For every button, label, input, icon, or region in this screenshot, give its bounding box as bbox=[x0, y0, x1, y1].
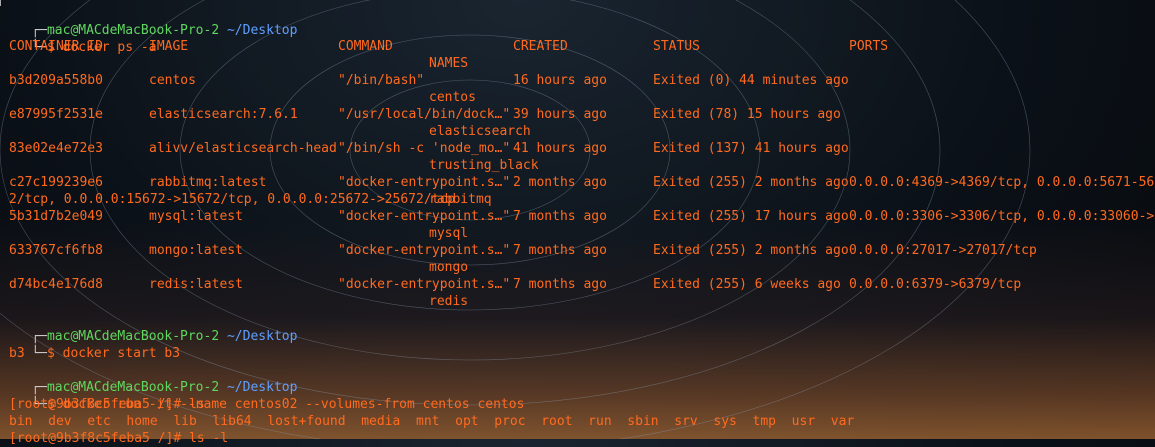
row-name: mongo bbox=[429, 260, 469, 275]
row-ports: 0.0.0.0:3306->3306/tcp, 0.0.0.0:33060->3… bbox=[849, 209, 1155, 224]
row-ports: 0.0.0.0:27017->27017/tcp bbox=[849, 243, 1037, 258]
root-prompt: [root@9b3f8c5feba5 /]# ls bbox=[9, 397, 205, 412]
row-container-id: b3d209a558b0 bbox=[9, 73, 103, 88]
row-container-id: d74bc4e176d8 bbox=[9, 277, 103, 292]
row-name: centos bbox=[429, 90, 476, 105]
row-image: redis:latest bbox=[149, 277, 243, 292]
row-image: alivv/elasticsearch-head bbox=[149, 141, 337, 156]
row-created: 41 hours ago bbox=[513, 141, 607, 156]
row-container-id: c27c199239e6 bbox=[9, 175, 103, 190]
row-command: "docker-entrypoint.s…" bbox=[338, 175, 511, 190]
row-ports-wrap: 2/tcp, 0.0.0.0:15672->15672/tcp, 0.0.0.0… bbox=[9, 192, 456, 207]
row-image: elasticsearch:7.6.1 bbox=[149, 107, 298, 122]
terminal-window[interactable]: ┌─mac@MACdeMacBook-Pro-2 ~/Desktop └─$ d… bbox=[0, 0, 1155, 446]
ls-output: bin dev etc home lib lib64 lost+found me… bbox=[9, 414, 855, 429]
row-created: 16 hours ago bbox=[513, 73, 607, 88]
prompt-line: ┌─mac@MACdeMacBook-Pro-2 ~/Desktop bbox=[31, 23, 298, 38]
row-ports: 0.0.0.0:4369->4369/tcp, 0.0.0.0:5671-567… bbox=[849, 175, 1155, 190]
command-output: b3 bbox=[9, 346, 25, 361]
row-command: "docker-entrypoint.s…" bbox=[338, 209, 511, 224]
row-name: redis bbox=[429, 294, 469, 309]
row-status: Exited (255) 2 months ago bbox=[653, 243, 849, 258]
row-image: centos bbox=[149, 73, 196, 88]
row-status: Exited (255) 6 weeks ago bbox=[653, 277, 841, 292]
row-created: 39 hours ago bbox=[513, 107, 607, 122]
row-command: "docker-entrypoint.s…" bbox=[338, 277, 511, 292]
row-status: Exited (0) 44 minutes ago bbox=[653, 73, 849, 88]
row-container-id: 633767cf6fb8 bbox=[9, 243, 103, 258]
header-container-id: CONTAINER ID bbox=[9, 39, 103, 54]
row-status: Exited (255) 2 months ago bbox=[653, 175, 849, 190]
prompt-dir: ~/Desktop bbox=[226, 23, 298, 38]
prompt-dir: ~/Desktop bbox=[226, 329, 298, 344]
header-created: CREATED bbox=[513, 39, 568, 54]
command-line: └─$ docker run -it --name centos02 --vol… bbox=[31, 397, 525, 412]
row-status: Exited (78) 15 hours ago bbox=[653, 107, 841, 122]
row-container-id: 5b31d7b2e049 bbox=[9, 209, 103, 224]
row-status: Exited (137) 41 hours ago bbox=[653, 141, 849, 156]
command-text: docker start b3 bbox=[62, 346, 181, 361]
row-name: mysql bbox=[429, 226, 469, 241]
row-command: "docker-entrypoint.s…" bbox=[338, 243, 511, 258]
prompt-line: ┌─mac@MACdeMacBook-Pro-2 ~/Desktop bbox=[31, 380, 298, 395]
header-status: STATUS bbox=[653, 39, 700, 54]
row-container-id: 83e02e4e72e3 bbox=[9, 141, 103, 156]
row-status: Exited (255) 17 hours ago bbox=[653, 209, 849, 224]
header-ports: PORTS bbox=[849, 39, 889, 54]
row-command: "/bin/bash" bbox=[338, 73, 425, 88]
row-command: "/bin/sh -c 'node_mo…" bbox=[338, 141, 511, 156]
row-container-id: e87995f2531e bbox=[9, 107, 103, 122]
row-created: 7 months ago bbox=[513, 209, 607, 224]
row-command: "/usr/local/bin/dock…" bbox=[338, 107, 511, 122]
command-line: └─$ docker start b3 bbox=[31, 346, 181, 361]
row-name: rabbitmq bbox=[429, 192, 492, 207]
row-name: trusting_black bbox=[429, 158, 539, 173]
header-image: IMAGE bbox=[149, 39, 189, 54]
row-name: elasticsearch bbox=[429, 124, 531, 139]
row-image: rabbitmq:latest bbox=[149, 175, 267, 190]
header-names: NAMES bbox=[429, 56, 469, 71]
row-image: mongo:latest bbox=[149, 243, 243, 258]
prompt-line: ┌─mac@MACdeMacBook-Pro-2 ~/Desktop bbox=[31, 329, 298, 344]
row-created: 7 months ago bbox=[513, 243, 607, 258]
command-line: └─$ docker ps -a bbox=[31, 40, 157, 55]
row-ports: 0.0.0.0:6379->6379/tcp bbox=[849, 277, 1022, 292]
row-image: mysql:latest bbox=[149, 209, 243, 224]
row-created: 7 months ago bbox=[513, 277, 607, 292]
row-created: 2 months ago bbox=[513, 175, 607, 190]
header-command: COMMAND bbox=[338, 39, 393, 54]
